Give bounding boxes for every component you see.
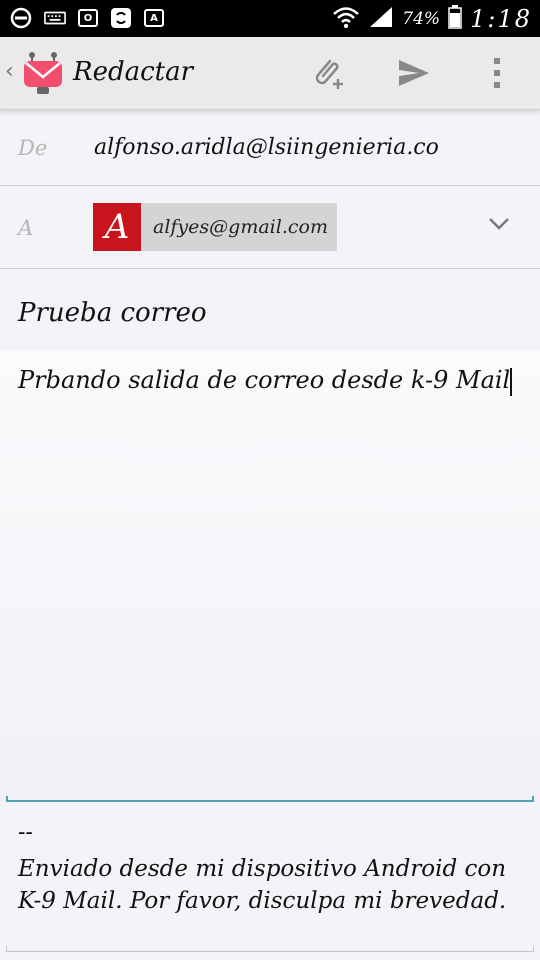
recipient-chip[interactable]: A alfyes@gmail.com <box>93 203 337 251</box>
to-row[interactable]: A A alfyes@gmail.com <box>0 186 540 269</box>
battery-percentage: 74% <box>402 9 441 29</box>
signal-icon <box>368 5 394 33</box>
subject-field[interactable]: Prueba correo <box>18 298 207 328</box>
back-chevron-icon[interactable]: ‹ <box>5 59 14 84</box>
from-row: De alfonso.aridla@lsiingenieria.co <box>0 110 540 186</box>
text-cursor <box>510 367 513 396</box>
clock: 1:18 <box>470 5 532 33</box>
from-label: De <box>18 136 48 160</box>
message-body-area[interactable] <box>0 351 540 801</box>
chevron-down-icon[interactable] <box>488 216 510 235</box>
keyboard-icon <box>44 7 66 29</box>
status-bar: O A 74% 1:18 <box>0 0 540 37</box>
recipient-email: alfyes@gmail.com <box>153 216 328 238</box>
do-not-disturb-icon <box>10 7 32 29</box>
wifi-icon <box>332 5 360 33</box>
send-icon[interactable] <box>394 53 434 93</box>
attach-icon[interactable] <box>308 53 348 93</box>
to-label: A <box>18 216 34 240</box>
font-icon: A <box>144 9 164 27</box>
signature-field[interactable]: Enviado desde mi dispositivo Android con… <box>18 853 528 917</box>
k9-mail-logo[interactable] <box>22 51 64 95</box>
from-account-value[interactable]: alfonso.aridla@lsiingenieria.co <box>94 135 439 160</box>
signature-field-underline <box>6 946 534 952</box>
overflow-menu-icon[interactable] <box>477 53 517 93</box>
sync-icon <box>110 7 132 29</box>
body-field-underline <box>6 796 534 802</box>
recipient-avatar: A <box>93 203 141 251</box>
screen-title: Redactar <box>73 57 194 87</box>
action-bar: ‹ Redactar <box>0 37 540 110</box>
message-body-field[interactable]: Prbando salida de correo desde k-9 Mail <box>18 366 528 396</box>
outlook-icon: O <box>78 9 98 27</box>
message-body-text: Prbando salida de correo desde k-9 Mail <box>18 366 511 394</box>
signature-separator: -- <box>18 820 33 845</box>
battery-icon <box>448 5 462 33</box>
